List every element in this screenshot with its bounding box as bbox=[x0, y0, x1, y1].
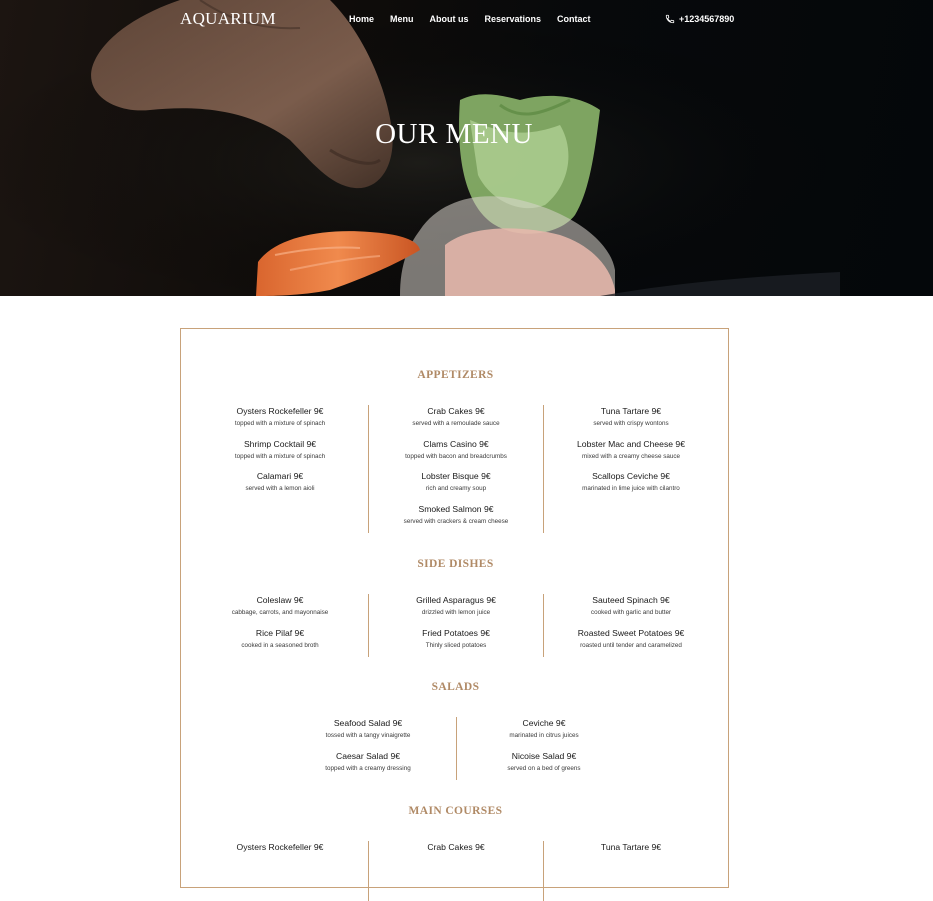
menu-item-name: Lobster Mac and Cheese 9€ bbox=[577, 438, 685, 449]
menu-item-name: Crab Cakes 9€ bbox=[427, 842, 485, 852]
menu-item-name: Oysters Rockefeller 9€ bbox=[236, 842, 324, 852]
nav-link-reservations[interactable]: Reservations bbox=[485, 14, 542, 24]
menu-item: Smoked Salmon 9€ served with crackers & … bbox=[369, 503, 543, 536]
salads-column-2: Ceviche 9€ marinated in citrus juices Ni… bbox=[456, 717, 631, 780]
menu-item-name: Smoked Salmon 9€ bbox=[418, 503, 494, 514]
menu-item-description: served on a bed of greens bbox=[507, 764, 581, 772]
nav-link-menu[interactable]: Menu bbox=[390, 14, 414, 24]
menu-item: Crab Cakes 9€ served with a remoulade sa… bbox=[369, 405, 543, 438]
menu-item-name: Shrimp Cocktail 9€ bbox=[243, 438, 317, 449]
menu-item-description: cabbage, carrots, and mayonnaise bbox=[231, 609, 329, 616]
nav-links: Home Menu About us Reservations Contact bbox=[349, 14, 607, 24]
menu-item-name: Tuna Tartare 9€ bbox=[600, 842, 662, 852]
page-title: OUR MENU bbox=[375, 118, 533, 150]
menu-item: Roasted Sweet Potatoes 9€ roasted until … bbox=[544, 627, 718, 660]
side-dishes-column-1: Coleslaw 9€ cabbage, carrots, and mayonn… bbox=[193, 594, 367, 659]
menu-item-description: topped with a mixture of spinach bbox=[234, 452, 326, 460]
menu-item-description: drizzled with lemon juice bbox=[421, 609, 491, 616]
menu-item-name: Lobster Bisque 9€ bbox=[421, 471, 491, 481]
menu-item: Tuna Tartare 9€ served with crispy wonto… bbox=[544, 405, 718, 438]
main-courses-column-2: Crab Cakes 9€ bbox=[368, 841, 544, 901]
phone-number: +1234567890 bbox=[679, 14, 735, 24]
menu-item-description: topped with a creamy dressing bbox=[325, 764, 411, 772]
menu-item-name: Sauteed Spinach 9€ bbox=[592, 595, 670, 605]
menu-item: Lobster Bisque 9€ rich and creamy soup bbox=[369, 470, 543, 503]
menu-item-name: Nicoise Salad 9€ bbox=[511, 750, 577, 761]
menu-card: APPETIZERS Oysters Rockefeller 9€ topped… bbox=[180, 328, 729, 901]
menu-item: Nicoise Salad 9€ served on a bed of gree… bbox=[457, 750, 631, 783]
menu-item-name: Grilled Asparagus 9€ bbox=[416, 595, 496, 605]
main-courses-column-1: Oysters Rockefeller 9€ bbox=[193, 841, 367, 874]
section-title-appetizers: APPETIZERS bbox=[417, 369, 494, 381]
nav-link-about-us[interactable]: About us bbox=[430, 14, 469, 24]
menu-item: Oysters Rockefeller 9€ topped with a mix… bbox=[193, 405, 367, 438]
side-dishes-column-2: Grilled Asparagus 9€ drizzled with lemon… bbox=[368, 594, 544, 657]
appetizers-column-1: Oysters Rockefeller 9€ topped with a mix… bbox=[193, 405, 367, 503]
menu-item-description: rich and creamy soup bbox=[425, 485, 487, 492]
menu-item: Calamari 9€ served with a lemon aioli bbox=[193, 470, 367, 503]
menu-item: Coleslaw 9€ cabbage, carrots, and mayonn… bbox=[193, 594, 367, 627]
menu-item: Sauteed Spinach 9€ cooked with garlic an… bbox=[544, 594, 718, 627]
menu-item: Shrimp Cocktail 9€ topped with a mixture… bbox=[193, 438, 367, 471]
main-courses-column-3: Tuna Tartare 9€ bbox=[544, 841, 718, 874]
menu-item-name: Ceviche 9€ bbox=[522, 718, 566, 728]
menu-item: Ceviche 9€ marinated in citrus juices bbox=[457, 717, 631, 750]
menu-item: Scallops Ceviche 9€ marinated in lime ju… bbox=[544, 470, 718, 503]
menu-item: Fried Potatoes 9€ Thinly sliced potatoes bbox=[369, 627, 543, 660]
menu-item-description: marinated in lime juice with cilantro bbox=[582, 485, 680, 492]
menu-item-description: topped with bacon and breadcrumbs bbox=[405, 452, 507, 460]
menu-item-description: Thinly sliced potatoes bbox=[425, 641, 487, 649]
menu-item: Lobster Mac and Cheese 9€ mixed with a c… bbox=[544, 438, 718, 471]
menu-item-description: topped with a mixture of spinach bbox=[234, 420, 326, 427]
hero-banner: AQUARIUM Home Menu About us Reservations… bbox=[0, 0, 933, 296]
menu-item-description: mixed with a creamy cheese sauce bbox=[582, 452, 680, 460]
menu-item-name: Scallops Ceviche 9€ bbox=[592, 471, 670, 481]
site-logo[interactable]: AQUARIUM bbox=[180, 9, 276, 29]
menu-item-name: Caesar Salad 9€ bbox=[335, 750, 401, 761]
menu-item-name: Seafood Salad 9€ bbox=[333, 718, 403, 728]
menu-item-description: cooked in a seasoned broth bbox=[241, 641, 319, 649]
nav-link-home[interactable]: Home bbox=[349, 14, 374, 24]
menu-item-name: Roasted Sweet Potatoes 9€ bbox=[577, 627, 685, 638]
menu-item: Tuna Tartare 9€ bbox=[544, 841, 718, 874]
menu-item-name: Fried Potatoes 9€ bbox=[422, 627, 490, 638]
section-title-salads: SALADS bbox=[431, 681, 480, 693]
menu-item-description: served with a remoulade sauce bbox=[412, 420, 500, 427]
top-navigation: AQUARIUM Home Menu About us Reservations… bbox=[0, 0, 933, 40]
phone-link[interactable]: +1234567890 bbox=[665, 14, 734, 24]
side-dishes-column-3: Sauteed Spinach 9€ cooked with garlic an… bbox=[544, 594, 718, 659]
menu-item: Crab Cakes 9€ bbox=[369, 841, 543, 874]
menu-item-description: cooked with garlic and butter bbox=[590, 609, 672, 616]
menu-item-name: Oysters Rockefeller 9€ bbox=[236, 406, 324, 416]
appetizers-column-2: Crab Cakes 9€ served with a remoulade sa… bbox=[368, 405, 544, 533]
menu-item-name: Clams Casino 9€ bbox=[423, 438, 489, 449]
menu-item-name: Rice Pilaf 9€ bbox=[255, 627, 305, 638]
menu-item-name: Coleslaw 9€ bbox=[256, 595, 304, 605]
section-title-side-dishes: SIDE DISHES bbox=[417, 558, 494, 570]
menu-item: Caesar Salad 9€ topped with a creamy dre… bbox=[281, 750, 455, 783]
menu-item: Grilled Asparagus 9€ drizzled with lemon… bbox=[369, 594, 543, 627]
menu-item-description: marinated in citrus juices bbox=[509, 732, 579, 739]
menu-item-description: tossed with a tangy vinaigrette bbox=[325, 732, 411, 739]
section-title-main-courses: MAIN COURSES bbox=[408, 805, 503, 817]
menu-item-description: served with crackers & cream cheese bbox=[403, 517, 509, 525]
menu-item-description: roasted until tender and caramelized bbox=[580, 641, 682, 649]
salads-column-1: Seafood Salad 9€ tossed with a tangy vin… bbox=[281, 717, 455, 782]
menu-item-description: served with a lemon aioli bbox=[245, 485, 315, 492]
menu-item-description: served with crispy wontons bbox=[593, 420, 669, 427]
appetizers-column-3: Tuna Tartare 9€ served with crispy wonto… bbox=[544, 405, 718, 503]
menu-item-name: Tuna Tartare 9€ bbox=[600, 406, 662, 416]
menu-item: Oysters Rockefeller 9€ bbox=[193, 841, 367, 874]
menu-item-name: Crab Cakes 9€ bbox=[427, 406, 485, 416]
phone-icon bbox=[665, 14, 675, 24]
nav-link-contact[interactable]: Contact bbox=[557, 14, 591, 24]
menu-item-name: Calamari 9€ bbox=[256, 471, 304, 481]
menu-item: Rice Pilaf 9€ cooked in a seasoned broth bbox=[193, 627, 367, 660]
menu-item: Seafood Salad 9€ tossed with a tangy vin… bbox=[281, 717, 455, 750]
menu-item: Clams Casino 9€ topped with bacon and br… bbox=[369, 438, 543, 471]
